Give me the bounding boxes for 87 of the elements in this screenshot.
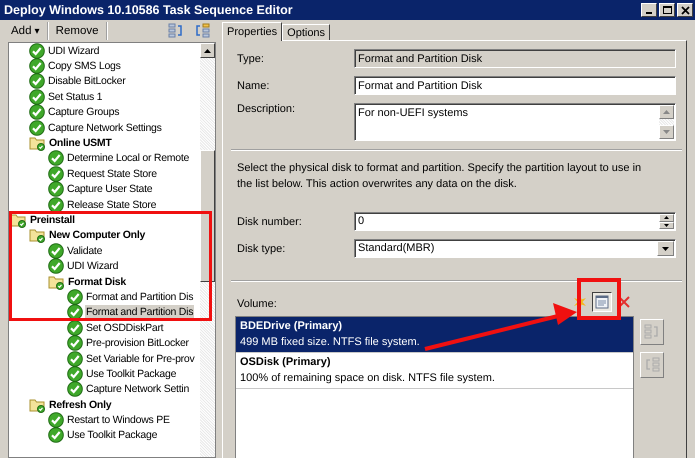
check-icon bbox=[67, 381, 83, 398]
disk-number-spinner[interactable]: 0 bbox=[354, 212, 676, 231]
remove-button[interactable]: Remove bbox=[52, 25, 102, 37]
check-icon bbox=[67, 366, 83, 382]
move-up-icon[interactable] bbox=[640, 319, 664, 345]
tree-item[interactable]: Format and Partition Dis bbox=[85, 305, 194, 320]
move-up-icon[interactable] bbox=[168, 23, 184, 39]
close-icon bbox=[680, 6, 690, 14]
add-button[interactable]: Add ▾ bbox=[8, 25, 43, 37]
field-label: Type: bbox=[237, 52, 265, 64]
check-icon bbox=[48, 166, 64, 182]
check-icon bbox=[48, 242, 64, 259]
check-icon bbox=[48, 150, 64, 166]
tree-item[interactable]: Request State Store bbox=[66, 166, 158, 181]
properties-icon[interactable] bbox=[592, 292, 612, 312]
maximize-icon bbox=[662, 6, 672, 14]
tree-item[interactable]: Refresh Only bbox=[48, 398, 112, 412]
tree-item[interactable]: Pre-provision BitLocker bbox=[85, 336, 190, 350]
check-icon bbox=[48, 427, 64, 444]
tree-item[interactable]: Capture Network Settin bbox=[85, 382, 190, 396]
move-down-icon[interactable] bbox=[640, 352, 664, 378]
check-icon bbox=[67, 320, 83, 336]
tree-item[interactable]: Capture Groups bbox=[47, 105, 120, 120]
tree-item[interactable]: Format and Partition Dis bbox=[85, 290, 194, 304]
check-icon bbox=[29, 58, 45, 74]
maximize-button[interactable] bbox=[659, 3, 675, 17]
field-label: Name: bbox=[237, 80, 270, 92]
tree-item[interactable]: New Computer Only bbox=[48, 228, 146, 242]
tree-item[interactable]: Set OSDDiskPart bbox=[85, 320, 164, 335]
folder-icon bbox=[29, 227, 46, 244]
minimize-button[interactable] bbox=[641, 3, 657, 17]
tree-item[interactable]: Format Disk bbox=[67, 274, 127, 289]
check-icon bbox=[48, 412, 64, 428]
check-icon bbox=[48, 181, 64, 198]
check-icon bbox=[29, 73, 45, 90]
tree-item[interactable]: Release State Store bbox=[66, 198, 158, 212]
folder-icon bbox=[48, 274, 65, 290]
tree-item[interactable]: Set Variable for Pre-prov bbox=[85, 352, 196, 366]
folder-icon bbox=[29, 135, 46, 152]
tree-item[interactable]: Capture Network Settings bbox=[47, 120, 163, 135]
volume-item[interactable]: BDEDrive (Primary) 499 MB fixed size. NTFS file system. bbox=[236, 317, 633, 353]
tree-item[interactable]: Validate bbox=[66, 244, 104, 258]
scroll-track[interactable] bbox=[659, 119, 674, 125]
move-down-icon[interactable] bbox=[194, 23, 210, 39]
tree-item[interactable]: Online USMT bbox=[48, 136, 113, 150]
type-field: Format and Partition Disk bbox=[354, 49, 676, 68]
field-label: Disk type: bbox=[237, 242, 286, 254]
scroll-up-icon[interactable] bbox=[204, 48, 211, 52]
scrollbar[interactable] bbox=[200, 43, 215, 457]
tree-item[interactable]: UDI Wizard bbox=[47, 44, 100, 58]
volume-item[interactable]: OSDisk (Primary) 100% of remaining space on disk. NTFS file system. bbox=[236, 353, 633, 389]
check-icon bbox=[48, 196, 64, 213]
tree-item[interactable]: Preinstall bbox=[29, 212, 76, 227]
field-label: Disk number: bbox=[237, 216, 303, 228]
tree-item[interactable]: Determine Local or Remote bbox=[66, 151, 190, 166]
tree-item[interactable]: Set Status 1 bbox=[47, 90, 104, 104]
instructions-text: Select the physical disk to format and partition. Specify the partition layout to use in the list below. This action overwrites any data on the disk. bbox=[237, 161, 642, 192]
tree-item[interactable]: UDI Wizard bbox=[66, 259, 120, 274]
close-button[interactable] bbox=[677, 3, 693, 17]
scrollbar[interactable] bbox=[659, 104, 675, 140]
window-title: Deploy Windows 10.10586 Task Sequence Editor bbox=[4, 3, 294, 17]
check-icon bbox=[48, 258, 64, 274]
tree-item[interactable]: Disable BitLocker bbox=[47, 74, 126, 88]
check-icon bbox=[29, 104, 45, 120]
tab[interactable]: Properties bbox=[222, 22, 282, 41]
dropdown-arrow-icon[interactable] bbox=[662, 246, 669, 250]
highlight-box bbox=[577, 278, 621, 320]
description-field[interactable]: For non-UEFI systems bbox=[354, 103, 676, 141]
tree-item[interactable]: Use Toolkit Package bbox=[85, 366, 178, 381]
check-icon bbox=[29, 88, 45, 105]
volume-label: Volume: bbox=[237, 298, 278, 312]
tree-item[interactable]: Copy SMS Logs bbox=[47, 59, 122, 74]
tree-item[interactable]: Use Toolkit Package bbox=[66, 428, 158, 442]
name-field[interactable]: Format and Partition Disk bbox=[354, 76, 676, 95]
disk-type-dropdown[interactable]: Standard(MBR) bbox=[354, 239, 676, 258]
minimize-icon bbox=[646, 12, 652, 14]
spin-down-icon[interactable] bbox=[664, 224, 669, 227]
tree-item[interactable]: Capture User State bbox=[66, 182, 154, 196]
tab[interactable]: Options bbox=[282, 24, 330, 40]
folder-icon bbox=[29, 396, 46, 413]
check-icon bbox=[67, 335, 83, 352]
tree-item[interactable]: Restart to Windows PE bbox=[66, 413, 171, 428]
spin-up-icon[interactable] bbox=[664, 216, 669, 220]
check-icon bbox=[29, 120, 45, 136]
check-icon bbox=[67, 350, 83, 367]
field-label: Description: bbox=[237, 103, 296, 115]
check-icon bbox=[67, 288, 83, 305]
